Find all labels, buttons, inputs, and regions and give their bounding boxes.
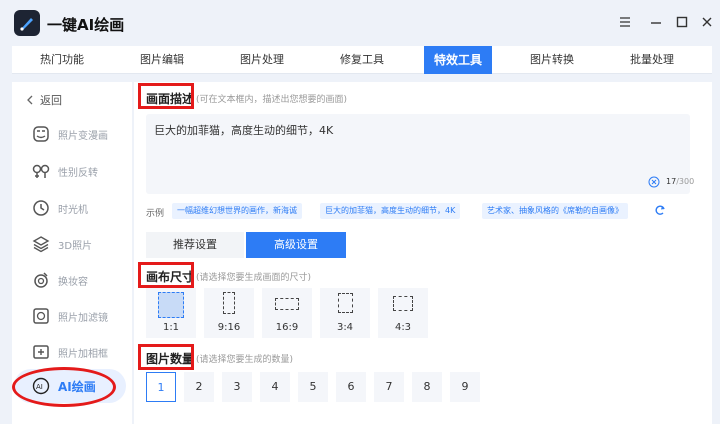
example-chip[interactable]: 一幅超维幻想世界的画作，新海诚: [172, 203, 302, 219]
canvas-title: 画布尺寸: [146, 270, 195, 284]
count-option-4[interactable]: 4: [260, 372, 290, 402]
tab-convert[interactable]: 图片转换: [502, 46, 602, 74]
menu-icon[interactable]: [617, 14, 633, 30]
cartoon-face-icon: [33, 126, 49, 142]
ratio-shape: [223, 292, 235, 314]
sidebar-item-time-machine[interactable]: 时光机: [12, 194, 132, 222]
app-logo-icon: [14, 10, 40, 36]
ratio-label: 3:4: [336, 322, 354, 333]
tab-hot[interactable]: 热门功能: [12, 46, 112, 74]
ratio-shape: [158, 292, 184, 318]
recommended-settings-tab[interactable]: 推荐设置: [146, 232, 244, 258]
ratio-label: 16:9: [275, 322, 299, 333]
advanced-settings-tab[interactable]: 高级设置: [246, 232, 346, 258]
count-option-5[interactable]: 5: [298, 372, 328, 402]
count-option-1[interactable]: 1: [146, 372, 176, 402]
count-option-3[interactable]: 3: [222, 372, 252, 402]
char-counter: 17/300: [666, 177, 695, 186]
sidebar-item-label: 性别反转: [58, 167, 98, 179]
filter-icon: [33, 308, 49, 324]
back-label: 返回: [40, 94, 62, 107]
description-input[interactable]: 巨大的加菲猫，高度生动的细节，4K 17/300: [146, 114, 694, 194]
example-chip[interactable]: 艺术家、抽象风格的《席勒的自画像》: [482, 203, 628, 219]
sidebar: 返回 照片变漫画 性别反转 时光机 3D照片 换妆容 照片加滤镜 照片加相框 A…: [12, 82, 132, 424]
tab-batch[interactable]: 批量处理: [602, 46, 702, 74]
ai-paint-icon: AI: [32, 377, 50, 395]
frame-icon: [33, 345, 49, 359]
main-panel: 画面描述 (可在文本框内，描述出您想要的画面) 巨大的加菲猫，高度生动的细节，4…: [134, 82, 712, 424]
sidebar-item-label: 照片加滤镜: [58, 312, 108, 324]
ratio-label: 4:3: [394, 322, 412, 333]
count-option-8[interactable]: 8: [412, 372, 442, 402]
image-count-title: 图片数量: [146, 352, 195, 366]
tab-bar: 热门功能 图片编辑 图片处理 修复工具 特效工具 图片转换 批量处理: [12, 46, 712, 74]
canvas-hint: (请选择您要生成画面的尺寸): [196, 273, 312, 283]
tab-image-edit[interactable]: 图片编辑: [112, 46, 212, 74]
sidebar-item-frame[interactable]: 照片加相框: [12, 338, 132, 366]
layers-icon: [32, 236, 50, 253]
sidebar-item-gender[interactable]: 性别反转: [12, 157, 132, 185]
ratio-label: 9:16: [217, 322, 241, 333]
sidebar-item-label: AI绘画: [58, 379, 96, 394]
tab-repair[interactable]: 修复工具: [312, 46, 412, 74]
sidebar-item-label: 3D照片: [58, 240, 93, 252]
count-option-7[interactable]: 7: [374, 372, 404, 402]
sidebar-item-ai-paint[interactable]: AI AI绘画: [14, 369, 126, 403]
clear-icon[interactable]: [648, 176, 660, 188]
image-count-hint: (请选择您要生成的数量): [196, 355, 294, 365]
tab-image-process[interactable]: 图片处理: [212, 46, 312, 74]
app-title: 一键AI绘画: [47, 16, 125, 34]
tab-effects[interactable]: 特效工具: [424, 46, 492, 74]
sidebar-item-makeup[interactable]: 换妆容: [12, 266, 132, 294]
title-bar: 一键AI绘画: [0, 0, 720, 46]
minimize-icon[interactable]: [648, 14, 664, 30]
count-option-2[interactable]: 2: [184, 372, 214, 402]
app-window: 一键AI绘画 热门功能 图片编辑 图片处理 修复工具 特效工具 图片转换 批量处…: [0, 0, 720, 424]
sidebar-item-label: 照片加相框: [58, 348, 108, 360]
sidebar-item-3d[interactable]: 3D照片: [12, 230, 132, 258]
examples-label: 示例: [146, 209, 165, 219]
time-machine-icon: [33, 200, 49, 216]
makeup-icon: [34, 272, 48, 288]
sidebar-item-label: 时光机: [58, 204, 88, 216]
close-icon[interactable]: [699, 14, 715, 30]
refresh-icon[interactable]: [654, 204, 666, 216]
description-hint: (可在文本框内，描述出您想要的画面): [196, 95, 348, 105]
ratio-label: 1:1: [162, 322, 180, 333]
svg-text:AI: AI: [36, 383, 43, 391]
sidebar-item-label: 换妆容: [58, 276, 88, 288]
example-chip[interactable]: 巨大的加菲猫，高度生动的细节，4K: [320, 203, 461, 219]
description-value: 巨大的加菲猫，高度生动的细节，4K: [154, 124, 334, 137]
description-title: 画面描述: [146, 92, 195, 106]
ratio-shape: [275, 298, 299, 310]
ratio-shape: [338, 293, 353, 313]
ratio-shape: [393, 296, 413, 311]
count-option-6[interactable]: 6: [336, 372, 366, 402]
sidebar-item-cartoon[interactable]: 照片变漫画: [12, 120, 132, 148]
chevron-left-icon: [27, 95, 33, 105]
maximize-icon[interactable]: [674, 14, 690, 30]
gender-icon: [32, 164, 50, 178]
sidebar-item-filter[interactable]: 照片加滤镜: [12, 302, 132, 330]
back-button[interactable]: 返回: [26, 92, 62, 108]
sidebar-item-label: 照片变漫画: [58, 130, 108, 142]
count-option-9[interactable]: 9: [450, 372, 480, 402]
